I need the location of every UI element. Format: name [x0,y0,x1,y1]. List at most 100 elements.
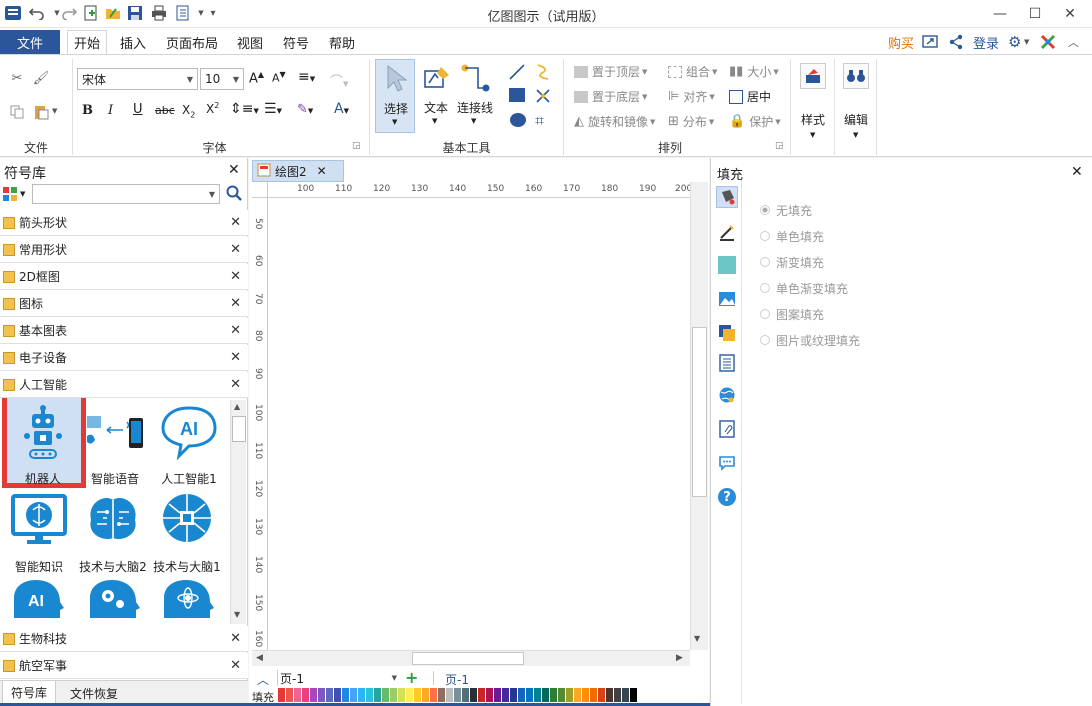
color-swatch[interactable] [446,688,453,702]
bullet-list-icon[interactable]: ☰▼ [264,101,282,117]
color-swatch[interactable] [542,688,549,702]
canvas-vertical-scrollbar[interactable] [690,182,708,650]
font-name-select[interactable]: 宋体 ▼ [77,68,198,90]
page-properties-icon[interactable] [716,352,738,374]
color-swatch[interactable] [318,688,325,702]
login-link[interactable]: 登录 [973,30,999,54]
search-icon[interactable] [226,185,242,204]
color-swatch[interactable] [286,688,293,702]
color-swatch[interactable] [310,688,317,702]
tab-symbol[interactable]: 符号 [276,30,316,54]
paste-icon[interactable] [32,103,50,121]
fill-tool-icon[interactable] [716,186,738,208]
scroll-left-icon[interactable]: ◀ [256,653,263,663]
settings-dropdown-icon[interactable]: ▼ [1024,30,1029,54]
document-tab[interactable]: 绘图2 ✕ [252,160,344,182]
layer-icon[interactable] [716,322,738,344]
symbol-tech-brain-1[interactable]: 技术与大脑1 [148,490,226,578]
color-swatch[interactable] [350,688,357,702]
color-swatch[interactable] [582,688,589,702]
color-swatch[interactable] [326,688,333,702]
color-swatch[interactable] [382,688,389,702]
connector-tool-button[interactable]: 连接线 ▼ [455,59,495,133]
symbol-ai-1[interactable]: AI 人工智能1 [150,402,228,490]
cross-tool-icon[interactable] [534,87,552,108]
color-swatch[interactable] [510,688,517,702]
underline-button[interactable]: U [133,102,143,117]
settings-gear-icon[interactable]: ⚙ [1008,30,1021,54]
tab-file-recovery[interactable]: 文件恢复 [62,681,126,705]
share-icon[interactable] [948,30,964,54]
fill-option-gradient[interactable]: 渐变填充 [760,253,824,271]
page-tab-1[interactable]: 页-1 [445,671,469,688]
scroll-down-icon[interactable]: ▼ [234,610,240,619]
color-swatch[interactable] [470,688,477,702]
color-swatch[interactable] [302,688,309,702]
font-color-icon[interactable]: A▼ [334,101,349,117]
close-window-button[interactable]: ✕ [1047,0,1092,28]
symbol-scrollbar[interactable]: ▲ ▼ [230,400,246,624]
paste-dropdown-icon[interactable]: ▼ [52,107,57,115]
bold-button[interactable]: B [82,103,93,118]
symbol-tech-brain-2[interactable]: 技术与大脑2 [74,490,152,578]
color-swatch[interactable] [502,688,509,702]
shadow-icon[interactable] [716,254,738,276]
tab-help[interactable]: 帮助 [322,30,362,54]
align-text-icon[interactable]: ≡▼ [298,69,315,85]
scroll-down-arrow-icon[interactable]: ▼ [694,634,700,643]
horizontal-scroll-thumb[interactable] [412,652,524,665]
app-switch-icon[interactable] [1040,30,1056,54]
category-arrow-shapes[interactable]: 箭头形状 ✕ [0,210,248,236]
copy-icon[interactable] [8,103,26,121]
color-swatch[interactable] [550,688,557,702]
expand-pages-icon[interactable]: ︿ [257,671,269,688]
color-swatch[interactable] [374,688,381,702]
color-swatch[interactable] [366,688,373,702]
color-swatch[interactable] [558,688,565,702]
globe-icon[interactable] [716,384,738,406]
fill-option-pattern[interactable]: 图案填充 [760,305,824,323]
send-to-bottom-button[interactable]: 置于底层 ▼ [574,88,647,105]
color-swatch[interactable] [358,688,365,702]
style-button[interactable]: 样式 ▼ [794,59,832,147]
buy-link[interactable]: 购买 [888,30,914,54]
tab-home[interactable]: 开始 [67,30,107,54]
decrease-font-icon[interactable]: A▼ [272,70,286,85]
color-swatch[interactable] [438,688,445,702]
line-tool-icon[interactable] [508,63,526,84]
color-swatch[interactable] [478,688,485,702]
close-category-icon[interactable]: ✕ [230,631,241,646]
color-swatch[interactable] [574,688,581,702]
tab-insert[interactable]: 插入 [113,30,153,54]
tab-view[interactable]: 视图 [230,30,270,54]
distribute-button[interactable]: ⊞ 分布 ▼ [668,113,714,130]
ai-head-icon[interactable]: AI [8,578,68,626]
color-swatch[interactable] [334,688,341,702]
scrollbar-thumb[interactable] [232,416,246,442]
increase-font-icon[interactable]: A▲ [249,70,264,86]
align-button[interactable]: ⊫ 对齐 ▼ [668,88,715,105]
fill-option-picture-texture[interactable]: 图片或纹理填充 [760,331,860,349]
category-artificial-intelligence[interactable]: 人工智能 ✕ [0,372,248,398]
color-swatch[interactable] [422,688,429,702]
category-basic-charts[interactable]: 基本图表 ✕ [0,318,248,344]
category-common-shapes[interactable]: 常用形状 ✕ [0,237,248,263]
line-spacing-icon[interactable]: ⇕≡▼ [230,101,259,117]
color-swatch[interactable] [526,688,533,702]
color-swatch[interactable] [534,688,541,702]
drawing-canvas[interactable] [268,198,690,650]
color-swatch[interactable] [598,688,605,702]
rectangle-tool-icon[interactable] [509,88,525,102]
symbol-smart-knowledge[interactable]: 智能知识 [0,490,78,578]
close-category-icon[interactable]: ✕ [230,269,241,284]
color-swatch[interactable] [454,688,461,702]
line-style-icon[interactable] [716,222,738,244]
color-swatch[interactable] [278,688,285,702]
comment-icon[interactable] [716,452,738,474]
cut-icon[interactable]: ✂ [8,69,26,87]
close-document-icon[interactable]: ✕ [317,164,327,178]
library-dropdown-icon[interactable]: ▼ [20,190,25,198]
file-menu-tab[interactable]: 文件 [0,30,60,54]
symbol-robot[interactable]: 机器人 [4,402,82,490]
strikethrough-button[interactable]: abc [155,104,175,117]
